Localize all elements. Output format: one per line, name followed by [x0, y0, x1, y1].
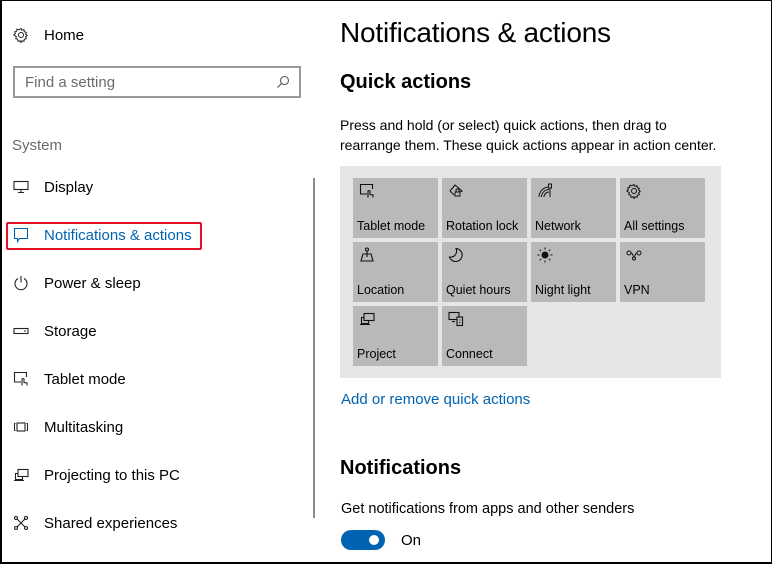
quick-action-rotation-lock[interactable]: Rotation lock: [442, 178, 527, 238]
notifications-toggle[interactable]: [341, 530, 385, 550]
vpn-icon: [625, 246, 643, 264]
project-icon: [358, 310, 376, 328]
quick-action-all-settings[interactable]: All settings: [620, 178, 705, 238]
sidebar-item-multitasking[interactable]: Multitasking: [12, 414, 123, 440]
notifications-heading: Notifications: [340, 457, 462, 479]
quick-action-quiet-hours[interactable]: Quiet hours: [442, 242, 527, 302]
gear-icon: [12, 26, 30, 44]
sidebar-item-label: Storage: [44, 322, 97, 340]
night-light-icon: [536, 246, 554, 264]
sidebar-item-projecting[interactable]: Projecting to this PC: [12, 462, 180, 488]
tile-label: Quiet hours: [446, 283, 511, 297]
sidebar-item-label: Power & sleep: [44, 274, 141, 292]
tile-label: Tablet mode: [357, 219, 426, 233]
tile-label: Rotation lock: [446, 219, 519, 233]
tile-label: Project: [357, 347, 396, 361]
sidebar-item-notifications-actions[interactable]: Notifications & actions: [12, 222, 192, 248]
search-box[interactable]: [13, 66, 301, 98]
sidebar-item-label: Notifications & actions: [44, 226, 192, 244]
quick-action-vpn[interactable]: VPN: [620, 242, 705, 302]
sidebar-item-label: Shared experiences: [44, 514, 178, 532]
moon-icon: [447, 246, 465, 264]
projecting-icon: [12, 466, 30, 484]
toggle-knob: [369, 535, 379, 545]
multitasking-icon: [12, 418, 30, 436]
rotation-lock-icon: [447, 182, 465, 200]
quick-actions-heading: Quick actions: [340, 71, 472, 93]
power-icon: [12, 274, 30, 292]
tile-label: Location: [357, 283, 405, 297]
quick-action-connect[interactable]: Connect: [442, 306, 527, 366]
connect-icon: [447, 310, 465, 328]
home-nav-item[interactable]: Home: [12, 23, 84, 47]
settings-window: Home System Display Notifications & acti…: [0, 0, 772, 564]
location-icon: [358, 246, 376, 264]
quick-action-location[interactable]: Location: [353, 242, 438, 302]
quick-actions-panel: Tablet mode Rotation lock Network All se…: [340, 166, 721, 378]
sidebar: Home System Display Notifications & acti…: [2, 1, 320, 562]
tablet-mode-icon: [12, 370, 30, 388]
gear-icon: [625, 182, 643, 200]
quick-action-network[interactable]: Network: [531, 178, 616, 238]
quick-actions-description: Press and hold (or select) quick actions…: [340, 117, 717, 153]
add-remove-quick-actions-link[interactable]: Add or remove quick actions: [341, 391, 530, 408]
sidebar-item-label: Tablet mode: [44, 370, 126, 388]
toggle-state-label: On: [401, 531, 422, 549]
search-icon[interactable]: [275, 74, 291, 90]
tile-label: All settings: [624, 219, 685, 233]
page-title: Notifications & actions: [340, 17, 611, 48]
sidebar-item-label: Display: [44, 178, 94, 196]
main-content: Notifications & actions Quick actions Pr…: [340, 1, 770, 562]
storage-icon: [12, 322, 30, 340]
quick-action-project[interactable]: Project: [353, 306, 438, 366]
sidebar-item-storage[interactable]: Storage: [12, 318, 97, 344]
display-icon: [12, 178, 30, 196]
search-input[interactable]: [25, 73, 275, 91]
tile-label: Night light: [535, 283, 591, 297]
sidebar-item-label: Projecting to this PC: [44, 466, 180, 484]
tile-label: Connect: [446, 347, 493, 361]
tile-label: VPN: [624, 283, 650, 297]
shared-experiences-icon: [12, 514, 30, 532]
sidebar-item-label: Multitasking: [44, 418, 124, 436]
quick-action-night-light[interactable]: Night light: [531, 242, 616, 302]
section-label-system: System: [12, 137, 63, 154]
notification-icon: [12, 226, 30, 244]
tile-label: Network: [535, 219, 581, 233]
sidebar-item-shared-experiences[interactable]: Shared experiences: [12, 510, 177, 536]
sidebar-item-display[interactable]: Display: [12, 174, 93, 200]
notifications-toggle-row: On: [341, 530, 421, 550]
home-label: Home: [44, 26, 85, 44]
sidebar-item-tablet-mode[interactable]: Tablet mode: [12, 366, 126, 392]
quick-action-tablet-mode[interactable]: Tablet mode: [353, 178, 438, 238]
sidebar-scrollbar[interactable]: [313, 178, 315, 518]
tablet-mode-icon: [358, 182, 376, 200]
network-icon: [536, 182, 554, 200]
sidebar-item-power-sleep[interactable]: Power & sleep: [12, 270, 141, 296]
get-notifications-label: Get notifications from apps and other se…: [341, 501, 635, 517]
